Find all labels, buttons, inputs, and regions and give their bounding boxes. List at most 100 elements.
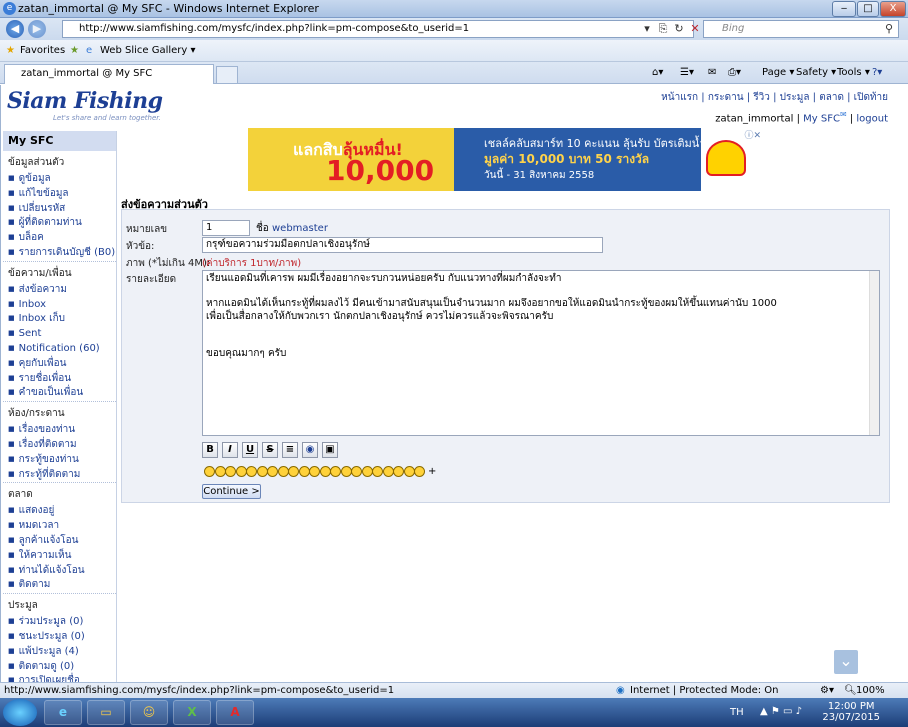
nav-home[interactable]: หน้าแรก xyxy=(661,92,698,103)
language-indicator[interactable]: TH xyxy=(730,707,744,718)
sidebar-item[interactable]: ■ Sent xyxy=(3,327,116,342)
close-button[interactable]: X xyxy=(880,1,906,17)
nav-board[interactable]: กระดาน xyxy=(708,92,744,103)
sidebar-item[interactable]: ■ ลูกค้าแจ้งโอน xyxy=(3,534,116,549)
smiley-icon[interactable] xyxy=(361,466,373,477)
start-button[interactable] xyxy=(3,699,37,726)
image-button[interactable]: ▣ xyxy=(322,442,338,458)
more-smileys-button[interactable]: + xyxy=(428,466,436,477)
search-input[interactable]: Bing xyxy=(703,20,899,38)
favorites-button[interactable]: Favorites xyxy=(20,45,65,56)
sidebar-item[interactable]: ■ คุยกับเพื่อน xyxy=(3,357,116,372)
safety-menu[interactable]: Safety ▾ xyxy=(796,67,836,78)
sidebar-item[interactable]: ■ ท่านได้แจ้งโอน xyxy=(3,564,116,579)
feeds-icon[interactable]: ☰▾ xyxy=(680,67,694,78)
new-tab-button[interactable] xyxy=(216,66,238,83)
taskbar-explorer-icon[interactable]: ▭ xyxy=(87,700,125,725)
message-body-textarea[interactable]: เรียนแอดมินที่เคารพ ผมมีเรื่องอยากจะรบกว… xyxy=(202,270,880,436)
smiley-icon[interactable] xyxy=(330,466,341,477)
ad-close-icon[interactable]: ⓘ✕ xyxy=(744,128,761,141)
help-icon[interactable]: ?▾ xyxy=(872,67,882,78)
smiley-icon[interactable] xyxy=(267,466,278,477)
scroll-down-icon[interactable]: ⌄ xyxy=(834,650,858,674)
mail-icon[interactable]: ✉ xyxy=(708,67,716,78)
forward-icon[interactable]: ▶ xyxy=(28,20,46,38)
smiley-icon[interactable] xyxy=(414,466,425,477)
add-favorite-icon[interactable]: ★ xyxy=(70,45,79,56)
taskbar-acrobat-icon[interactable]: A xyxy=(216,700,254,725)
taskbar-messenger-icon[interactable]: ☺ xyxy=(130,700,168,725)
back-icon[interactable]: ◀ xyxy=(6,20,24,38)
smiley-icon[interactable] xyxy=(340,466,352,477)
sidebar-item[interactable]: ■ ร่วมประมูล (0) xyxy=(3,615,116,630)
smiley-icon[interactable] xyxy=(214,466,226,477)
underline-button[interactable]: U xyxy=(242,442,258,458)
logout-link[interactable]: logout xyxy=(856,113,888,124)
sidebar-item[interactable]: ■ ดูข้อมูล xyxy=(3,172,116,187)
smiley-icon[interactable] xyxy=(403,466,415,477)
clock[interactable]: 12:00 PM 23/07/2015 xyxy=(822,701,880,723)
smiley-icon[interactable] xyxy=(309,466,320,477)
search-icon[interactable]: ⚲ xyxy=(882,22,896,36)
recipient-link[interactable]: webmaster xyxy=(272,223,328,234)
dropdown-arrow-icon[interactable]: ▾ xyxy=(640,22,654,36)
sidebar-item[interactable]: ■ ส่งข้อความ xyxy=(3,283,116,298)
sidebar-item[interactable]: ■ รายการเดินบัญชี (B0) xyxy=(3,246,116,261)
sidebar-item[interactable]: ■ บล็อค xyxy=(3,231,116,246)
smiley-icon[interactable] xyxy=(393,466,404,477)
zone-dropdown-icon[interactable]: ⚙▾ xyxy=(820,683,834,698)
web-slice-gallery[interactable]: Web Slice Gallery ▾ xyxy=(100,45,196,56)
tools-menu[interactable]: Tools ▾ xyxy=(837,67,870,78)
subject-input[interactable]: กรุฑ์ขอความร่วมมือตกปลาเชิงอนุรักษ์ xyxy=(202,237,603,253)
sidebar-item[interactable]: ■ กระทู้ของท่าน xyxy=(3,453,116,468)
refresh-icon[interactable]: ↻ xyxy=(672,22,686,36)
print-icon[interactable]: ⎙▾ xyxy=(728,67,741,78)
sidebar-item[interactable]: ■ กระทู้ที่ติดตาม xyxy=(3,468,116,483)
sidebar-item[interactable]: ■ แพ้ประมูล (4) xyxy=(3,645,116,660)
sidebar-item[interactable]: ■ แสดงอยู่ xyxy=(3,504,116,519)
sidebar-item[interactable]: ■ การเปิดเผยชื่อ xyxy=(3,674,116,682)
recipient-number-input[interactable]: 1 xyxy=(202,220,250,236)
home-icon[interactable]: ⌂▾ xyxy=(652,67,663,78)
smiley-icon[interactable] xyxy=(288,466,299,477)
nav-review[interactable]: รีวิว xyxy=(753,92,770,103)
address-bar[interactable]: http://www.siamfishing.com/mysfc/index.p… xyxy=(62,20,694,38)
taskbar-ie-icon[interactable]: e xyxy=(44,700,82,725)
sidebar-item[interactable]: ■ เรื่องของท่าน xyxy=(3,423,116,438)
smiley-icon[interactable] xyxy=(246,466,257,477)
ad-banner[interactable]: แลกสิบลุ้นหมื่น! 10,000 เชลล์คลับสมาร์ท … xyxy=(248,128,763,191)
sidebar-item[interactable]: ■ ติดตาม xyxy=(3,578,116,593)
sidebar-item[interactable]: ■ ติดตามดู (0) xyxy=(3,660,116,675)
nav-market[interactable]: ตลาด xyxy=(819,92,844,103)
sidebar-item[interactable]: ■ เรื่องที่ติดตาม xyxy=(3,438,116,453)
smiley-icon[interactable] xyxy=(298,466,310,477)
italic-button[interactable]: I xyxy=(222,442,238,458)
sidebar-item[interactable]: ■ Notification (60) xyxy=(3,342,116,357)
smiley-icon[interactable] xyxy=(225,466,236,477)
site-logo[interactable]: Siam Fishing xyxy=(7,88,163,114)
sidebar-item[interactable]: ■ ชนะประมูล (0) xyxy=(3,630,116,645)
page-menu[interactable]: Page ▾ xyxy=(762,67,794,78)
bold-button[interactable]: B xyxy=(202,442,218,458)
nav-opentail[interactable]: เปิดท้าย xyxy=(854,92,888,103)
compatibility-icon[interactable]: ⎘ xyxy=(656,22,670,36)
sidebar-item[interactable]: ■ Inbox เก็บ xyxy=(3,312,116,327)
tray-icons[interactable]: ▲ ⚑ ▭ ♪ xyxy=(760,706,802,717)
sidebar-item[interactable]: ■ รายชื่อเพื่อน xyxy=(3,372,116,387)
sidebar-item[interactable]: ■ ให้ความเห็น xyxy=(3,549,116,564)
favorites-star-icon[interactable]: ★ xyxy=(6,45,15,56)
minimize-button[interactable]: ‒ xyxy=(832,1,856,17)
smiley-icon[interactable] xyxy=(235,466,247,477)
sidebar-item[interactable]: ■ คำขอเป็นเพื่อน xyxy=(3,386,116,401)
zoom-icon[interactable]: 🔍︎ xyxy=(844,683,857,698)
window-title-bar[interactable]: e zatan_immortal @ My SFC - Windows Inte… xyxy=(0,0,908,18)
smiley-icon[interactable] xyxy=(256,466,268,477)
mysfc-link[interactable]: My SFC xyxy=(803,113,840,124)
smiley-icon[interactable] xyxy=(277,466,289,477)
sidebar-item[interactable]: ■ เปลี่ยนรหัส xyxy=(3,202,116,217)
sidebar-item[interactable]: ■ ผู้ที่ติดตามท่าน xyxy=(3,216,116,231)
textarea-scrollbar[interactable] xyxy=(869,271,879,435)
zoom-level[interactable]: 100% xyxy=(856,683,885,698)
smiley-icon[interactable] xyxy=(351,466,362,477)
sidebar-item[interactable]: ■ แก้ไขข้อมูล xyxy=(3,187,116,202)
